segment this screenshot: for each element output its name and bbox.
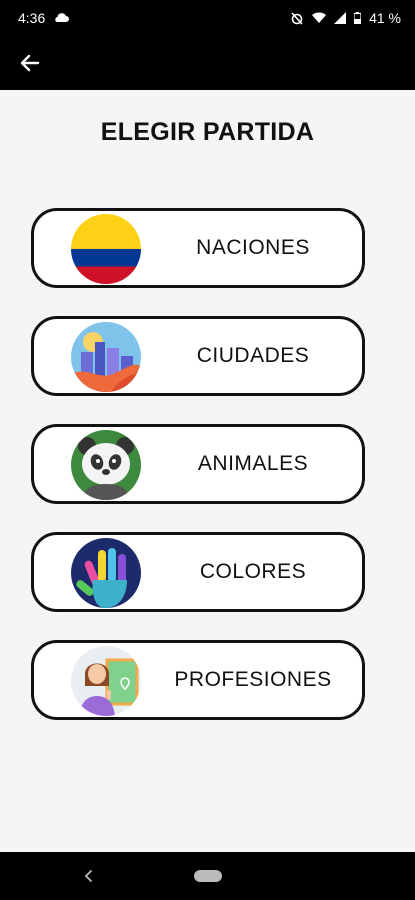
game-label: NACIONES — [196, 236, 310, 259]
game-item-naciones[interactable]: NACIONES — [31, 208, 365, 288]
game-label: CIUDADES — [196, 344, 310, 367]
game-item-animales[interactable]: ANIMALES — [31, 424, 365, 504]
cloud-icon — [53, 10, 70, 26]
game-label: ANIMALES — [197, 452, 309, 475]
game-item-profesiones[interactable]: PROFESIONES — [31, 640, 365, 720]
main-content: ELEGIR PARTIDA NACIONES CIUDADES ANIMALE… — [0, 90, 415, 852]
system-nav-bar — [0, 852, 415, 900]
status-left: 4:36 — [18, 10, 70, 26]
home-pill-icon[interactable] — [193, 870, 222, 882]
panda-icon — [71, 430, 141, 500]
chevron-left-icon — [84, 870, 92, 882]
game-list: NACIONES CIUDADES ANIMALES COLORES PROFE… — [31, 208, 365, 748]
city-skyline-icon — [71, 322, 141, 392]
teacher-icon — [71, 646, 141, 716]
status-bar: 4:36 41 % — [0, 0, 415, 36]
app-bar — [0, 36, 415, 90]
game-item-colores[interactable]: COLORES — [31, 532, 365, 612]
alarm-off-icon — [290, 11, 304, 25]
status-time: 4:36 — [18, 10, 46, 26]
nav-back-button[interactable] — [78, 866, 98, 886]
arrow-left-icon — [20, 54, 40, 72]
painted-hand-icon — [71, 538, 141, 608]
colombia-flag-icon — [71, 214, 141, 284]
wifi-icon — [312, 12, 327, 24]
status-right: 41 % — [290, 10, 401, 26]
signal-icon — [334, 12, 347, 24]
page-title: ELEGIR PARTIDA — [100, 118, 315, 146]
game-item-ciudades[interactable]: CIUDADES — [31, 316, 365, 396]
back-button[interactable] — [14, 47, 46, 79]
battery-percent: 41 % — [369, 10, 401, 26]
game-label: COLORES — [199, 560, 307, 583]
battery-icon — [354, 12, 362, 24]
game-label: PROFESIONES — [174, 668, 332, 691]
